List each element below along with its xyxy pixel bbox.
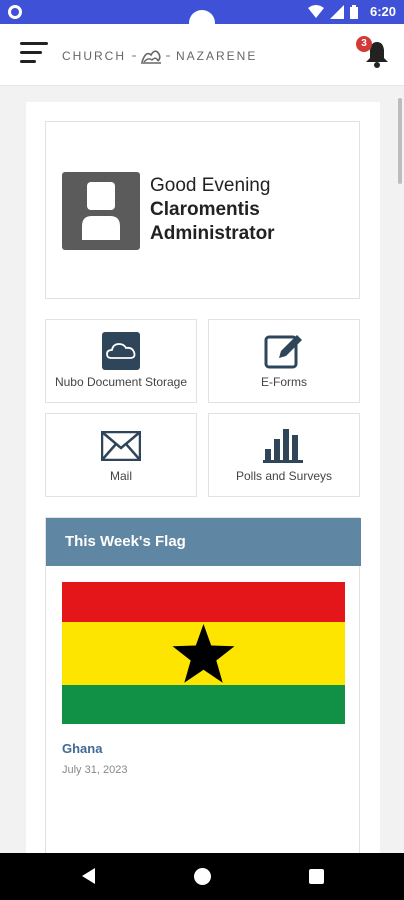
app-indicator-icon	[8, 5, 22, 19]
mail-icon	[101, 431, 141, 461]
user-name-line1: Claromentis	[150, 199, 260, 220]
tile-label: Nubo Document Storage	[54, 375, 188, 389]
battery-icon	[350, 5, 358, 19]
cloud-icon	[102, 332, 140, 370]
back-icon[interactable]	[82, 868, 95, 884]
status-time: 6:20	[369, 4, 396, 19]
notification-count-badge: 3	[356, 36, 372, 52]
tile-e-forms[interactable]: E-Forms	[208, 319, 360, 403]
status-icons	[308, 5, 358, 19]
menu-line	[20, 42, 48, 45]
tile-label: Mail	[109, 469, 132, 483]
logo-text-left: CHURCH	[62, 49, 126, 63]
tile-polls-and-surveys[interactable]: Polls and Surveys	[208, 413, 360, 497]
status-bar: 6:20	[0, 0, 404, 36]
wifi-icon	[308, 5, 324, 18]
tile-label: E-Forms	[261, 375, 307, 389]
menu-line	[20, 60, 36, 63]
user-placeholder-icon	[82, 182, 120, 240]
ghana-flag-image	[62, 582, 345, 724]
greeting-text: Good Evening Claromentis Administrator	[150, 174, 275, 246]
avatar	[62, 172, 140, 250]
logo-text-right: NAZARENE	[176, 49, 258, 63]
flag-date: July 31, 2023	[62, 764, 128, 776]
recent-apps-icon[interactable]	[309, 869, 324, 884]
menu-line	[20, 51, 42, 54]
weekly-flag-panel: This Week's Flag Ghana July 31, 2023	[45, 517, 361, 857]
signal-icon	[330, 5, 344, 19]
app-header: CHURCH NAZARENE 3	[0, 24, 404, 86]
tile-label: Polls and Surveys	[235, 469, 333, 483]
flame-logo-icon	[132, 50, 170, 64]
greeting-salutation: Good Evening	[150, 175, 271, 196]
system-navigation-bar	[0, 853, 404, 900]
scrollbar[interactable]	[398, 98, 402, 184]
hamburger-menu-button[interactable]	[20, 42, 48, 66]
flag-country-link[interactable]: Ghana	[62, 741, 102, 756]
user-name-line2: Administrator	[150, 223, 275, 244]
bar-chart-icon	[263, 429, 303, 463]
tile-mail[interactable]: Mail	[45, 413, 197, 497]
edit-icon	[264, 335, 302, 369]
church-logo: CHURCH NAZARENE	[62, 46, 257, 66]
home-icon[interactable]	[194, 868, 211, 885]
tile-nubo-document-storage[interactable]: Nubo Document Storage	[45, 319, 197, 403]
greeting-card: Good Evening Claromentis Administrator	[45, 121, 360, 299]
flag-panel-title: This Week's Flag	[46, 518, 361, 566]
